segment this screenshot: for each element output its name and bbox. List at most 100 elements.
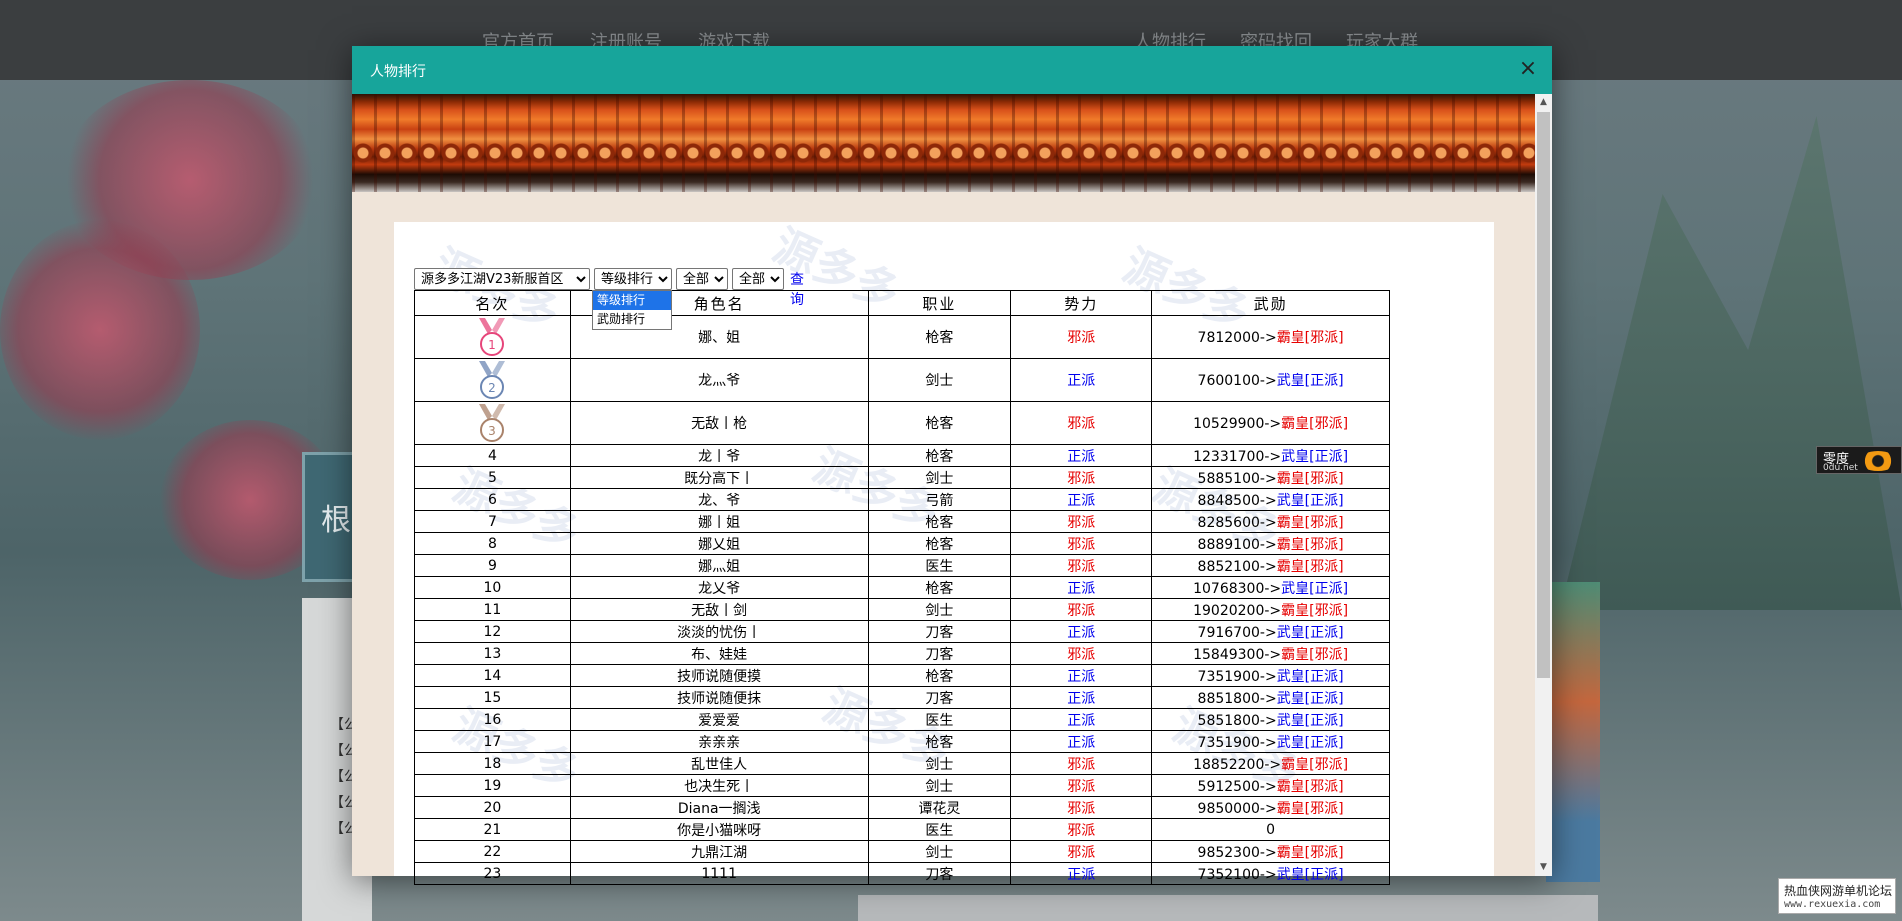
faction-cell: 正派 (1010, 664, 1153, 687)
table-header-row: 名次 角色名 职业 势力 武勋 (414, 290, 1390, 316)
character-name-cell: 娜丨姐 (569, 510, 869, 533)
modal-scrollbar[interactable]: ▲ ▼ (1535, 94, 1552, 876)
dropdown-option-merit[interactable]: 武勋排行 (593, 310, 671, 329)
job-cell: 剑士 (867, 358, 1012, 402)
odu-logo-badge[interactable]: 零度 0du.net (1816, 446, 1902, 474)
merit-title: 霸皇[邪派] (1276, 844, 1344, 861)
rank-type-dropdown: 等级排行 武勋排行 (592, 290, 672, 330)
merit-title: 霸皇[邪派] (1281, 646, 1349, 663)
character-name-cell: 龙乂爷 (569, 576, 869, 599)
merit-title: 霸皇[邪派] (1276, 536, 1344, 553)
faction-cell: 邪派 (1010, 796, 1153, 819)
col-rank-header: 名次 (414, 290, 571, 316)
filter-select-1[interactable]: 全部 (676, 268, 728, 290)
modal-title: 人物排行 (370, 64, 426, 80)
server-select[interactable]: 源多多江湖V23新服首区 (414, 268, 590, 290)
forum-logo-badge[interactable]: 热血侠网游单机论坛 www.rexuexia.com (1778, 878, 1896, 914)
merit-cell: 15849300->霸皇[邪派] (1151, 642, 1390, 665)
merit-cell: 8851800->武皇[正派] (1151, 686, 1390, 709)
merit-cell: 18852200->霸皇[邪派] (1151, 752, 1390, 775)
ranking-modal: 人物排行 × 源多多 源多多 源多多 源多多 源多多 源多多 源多多 源多多 源… (352, 46, 1552, 885)
scroll-thumb[interactable] (1537, 112, 1550, 678)
character-name-cell: 淡淡的忧伤丨 (569, 620, 869, 643)
eye-logo-icon (1859, 451, 1897, 471)
table-row: 9 娜灬姐 医生 邪派 8852100->霸皇[邪派] (414, 554, 1390, 577)
merit-cell: 8852100->霸皇[邪派] (1151, 554, 1390, 577)
merit-title: 霸皇[邪派] (1276, 558, 1344, 575)
job-cell: 弓箭 (867, 488, 1012, 511)
table-row: 10 龙乂爷 枪客 正派 10768300->武皇[正派] (414, 576, 1390, 599)
merit-cell: 8848500->武皇[正派] (1151, 488, 1390, 511)
character-name-cell: 技师说随便抹 (569, 686, 869, 709)
merit-value: 5851800-> (1197, 712, 1277, 729)
merit-value: 7600100-> (1197, 373, 1277, 389)
job-cell: 刀客 (867, 620, 1012, 643)
merit-value: 7812000-> (1197, 330, 1277, 346)
character-name-cell: 乱世佳人 (569, 752, 869, 775)
job-cell: 枪客 (867, 730, 1012, 753)
scroll-down-icon[interactable]: ▼ (1535, 859, 1552, 876)
merit-cell: 19020200->霸皇[邪派] (1151, 598, 1390, 621)
merit-title: 武皇[正派] (1276, 866, 1344, 883)
job-cell: 剑士 (867, 752, 1012, 775)
job-cell: 刀客 (867, 642, 1012, 665)
rank-cell: 16 (414, 708, 571, 731)
merit-title: 武皇[正派] (1276, 690, 1344, 707)
scroll-up-icon[interactable]: ▲ (1535, 94, 1552, 111)
merit-title: 霸皇[邪派] (1276, 800, 1344, 817)
rank-cell: 13 (414, 642, 571, 665)
job-cell: 剑士 (867, 598, 1012, 621)
col-faction-header: 势力 (1010, 290, 1153, 316)
merit-value: 8848500-> (1197, 492, 1277, 509)
merit-value: 9852300-> (1197, 844, 1277, 861)
merit-title: 霸皇[邪派] (1276, 778, 1344, 795)
merit-cell: 7351900->武皇[正派] (1151, 664, 1390, 687)
merit-value: 19020200-> (1193, 602, 1282, 619)
faction-cell: 正派 (1010, 730, 1153, 753)
col-merit-header: 武勋 (1151, 290, 1390, 316)
job-cell: 刀客 (867, 686, 1012, 709)
rank-cell: 20 (414, 796, 571, 819)
job-cell: 枪客 (867, 444, 1012, 467)
dropdown-option-level[interactable]: 等级排行 (593, 291, 671, 310)
filter-select-2[interactable]: 全部 (732, 268, 784, 290)
merit-cell: 7352100->武皇[正派] (1151, 862, 1390, 885)
close-icon[interactable]: × (1516, 56, 1540, 82)
merit-value: 5912500-> (1197, 778, 1277, 795)
rank-cell: 9 (414, 554, 571, 577)
table-row: 8 娜乂姐 枪客 邪派 8889100->霸皇[邪派] (414, 532, 1390, 555)
merit-cell: 7916700->武皇[正派] (1151, 620, 1390, 643)
merit-value: 9850000-> (1197, 800, 1277, 817)
merit-title: 霸皇[邪派] (1276, 514, 1344, 531)
character-name-cell: 龙丨爷 (569, 444, 869, 467)
table-row: 1 娜、姐 枪客 邪派 7812000->霸皇[邪派] (414, 315, 1390, 359)
merit-title: 霸皇[邪派] (1281, 602, 1349, 619)
medal-2-icon: 2 (479, 361, 506, 399)
rank-type-select[interactable]: 等级排行 (594, 268, 672, 290)
faction-cell: 邪派 (1010, 774, 1153, 797)
merit-value: 7351900-> (1197, 668, 1277, 685)
svg-text:3: 3 (489, 424, 497, 438)
rank-cell: 8 (414, 532, 571, 555)
merit-cell: 8285600->霸皇[邪派] (1151, 510, 1390, 533)
table-row: 22 九鼎江湖 剑士 邪派 9852300->霸皇[邪派] (414, 840, 1390, 863)
job-cell: 医生 (867, 554, 1012, 577)
merit-value: 8852100-> (1197, 558, 1277, 575)
character-name-cell: 亲亲亲 (569, 730, 869, 753)
character-name-cell: 既分高下丨 (569, 466, 869, 489)
table-row: 16 爱爱爱 医生 正派 5851800->武皇[正派] (414, 708, 1390, 731)
character-name-cell: 技师说随便摸 (569, 664, 869, 687)
blossom-art (0, 220, 200, 440)
merit-value: 15849300-> (1193, 646, 1282, 663)
merit-cell: 10529900->霸皇[邪派] (1151, 401, 1390, 445)
ranking-table: 名次 角色名 职业 势力 武勋 1 娜、姐 枪客 邪派 7812000->霸皇[邪派] 2… (414, 290, 1390, 885)
rank-cell: 19 (414, 774, 571, 797)
merit-value: 8889100-> (1197, 536, 1277, 553)
rank-cell: 12 (414, 620, 571, 643)
merit-value: 10529900-> (1193, 416, 1282, 432)
bg-bottom-bar (858, 895, 1598, 921)
faction-cell: 正派 (1010, 708, 1153, 731)
merit-value: 8851800-> (1197, 690, 1277, 707)
faction-cell: 邪派 (1010, 598, 1153, 621)
rank-cell: 1 (414, 315, 571, 359)
